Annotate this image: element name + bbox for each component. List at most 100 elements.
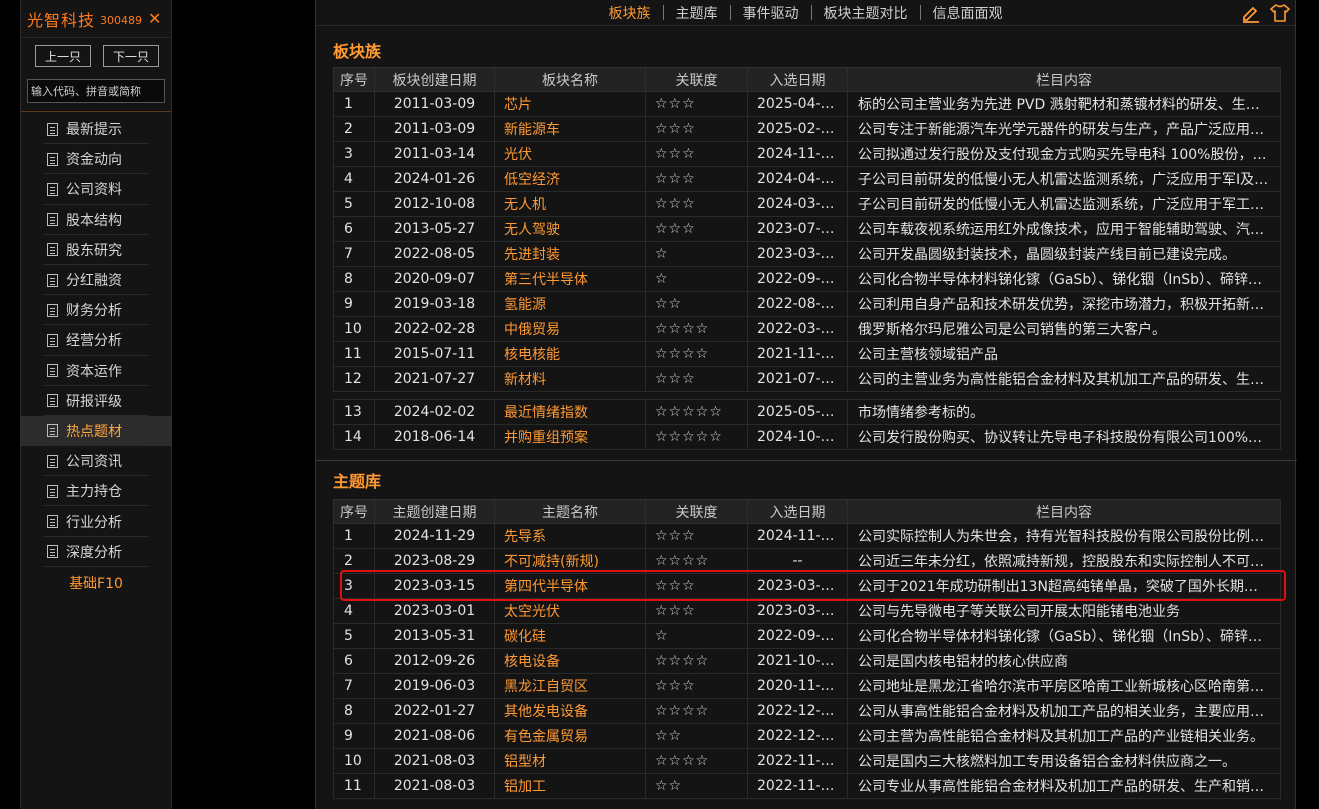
table-row[interactable]: 10 2022-02-28 中俄贸易 ☆☆☆☆ 2022-03-08 俄罗斯格尔玛尼雅公司… <box>333 316 1281 342</box>
tab-4[interactable]: 信息面面观 <box>921 3 1015 23</box>
table-cell: 2023-07-06 <box>747 216 848 242</box>
prev-stock-button[interactable]: 上一只 <box>35 45 91 67</box>
item-name-link[interactable]: 光伏 <box>494 141 646 167</box>
column-header: 栏目内容 <box>847 67 1281 92</box>
item-name-link[interactable]: 并购重组预案 <box>494 424 646 450</box>
item-name-link[interactable]: 无人机 <box>494 191 646 217</box>
table-row[interactable]: 6 2013-05-27 无人驾驶 ☆☆☆ 2023-07-06 公司车载夜视系统运用红外… <box>333 216 1281 242</box>
table-row[interactable]: 11 2015-07-11 核电核能 ☆☆☆☆ 2021-11-25 公司主营核领域铝产品 <box>333 341 1281 367</box>
sidebar-item[interactable]: 公司资料 <box>21 174 171 205</box>
edit-icon[interactable] <box>1241 3 1261 23</box>
item-name-link[interactable]: 铝加工 <box>494 773 646 799</box>
sidebar-item[interactable]: 热点题材 <box>21 415 171 447</box>
table-cell: 2022-12-21 <box>747 723 848 749</box>
sidebar-item[interactable]: 股本结构 <box>21 205 171 235</box>
table-cell: 8 <box>333 266 375 292</box>
item-name-link[interactable]: 先导系 <box>494 523 646 549</box>
sidebar-item[interactable]: 行业分析 <box>21 506 171 537</box>
sidebar-item[interactable]: 分红融资 <box>21 265 171 296</box>
table-row[interactable]: 4 2024-01-26 低空经济 ☆☆☆ 2024-04-02 子公司目前研发的低慢小无… <box>333 166 1281 192</box>
table-row[interactable]: 4 2023-03-01 太空光伏 ☆☆☆ 2023-03-01 公司与先导微电子等关联公… <box>333 598 1281 624</box>
sidebar-item-label: 最新提示 <box>66 122 122 139</box>
table-cell: 4 <box>333 598 375 624</box>
table-cell: 2022-02-28 <box>374 316 495 342</box>
sidebar-item[interactable]: 深度分析 <box>21 537 171 568</box>
table-row[interactable]: 8 2022-01-27 其他发电设备 ☆☆☆☆ 2022-12-21 公司从事高性能铝合… <box>333 698 1281 724</box>
item-name-link[interactable]: 铝型材 <box>494 748 646 774</box>
table-row[interactable]: 1 2011-03-09 芯片 ☆☆☆ 2025-04-11 标的公司主营业务为先进 PV… <box>333 91 1281 117</box>
table-row[interactable]: 13 2024-02-02 最近情绪指数 ☆☆☆☆☆ 2025-05-19 市场情绪参考标… <box>333 399 1281 425</box>
item-name-link[interactable]: 无人驾驶 <box>494 216 646 242</box>
table-cell: 2024-11-29 <box>374 523 495 549</box>
item-name-link[interactable]: 新能源车 <box>494 116 646 142</box>
column-header: 板块创建日期 <box>374 67 495 92</box>
column-header: 主题名称 <box>494 499 646 524</box>
column-header: 序号 <box>333 67 375 92</box>
table-row[interactable]: 14 2018-06-14 并购重组预案 ☆☆☆☆☆ 2024-10-14 公司发行股份购… <box>333 424 1281 450</box>
tab-1[interactable]: 主题库 <box>664 3 730 23</box>
item-name-link[interactable]: 最近情绪指数 <box>494 399 646 425</box>
table-row[interactable]: 3 2023-03-15 第四代半导体 ☆☆☆ 2023-03-16 公司于2021年成功… <box>333 573 1281 599</box>
table-row[interactable]: 12 2021-07-27 新材料 ☆☆☆ 2021-07-27 公司的主营业务为高性能铝… <box>333 366 1281 392</box>
sidebar-item[interactable]: 财务分析 <box>21 295 171 326</box>
table-cell: ☆ <box>645 623 748 649</box>
table-row[interactable]: 10 2021-08-03 铝型材 ☆☆☆☆ 2022-11-01 公司是国内三大核燃料加… <box>333 748 1281 774</box>
table-cell: 2023-03-01 <box>747 598 848 624</box>
sidebar-item[interactable]: 研报评级 <box>21 386 171 417</box>
tab-3[interactable]: 板块主题对比 <box>812 3 920 23</box>
shirt-icon[interactable] <box>1269 3 1291 23</box>
item-name-link[interactable]: 第三代半导体 <box>494 266 646 292</box>
sidebar-item[interactable]: 经营分析 <box>21 325 171 356</box>
table-cell: 2012-10-08 <box>374 191 495 217</box>
item-name-link[interactable]: 碳化硅 <box>494 623 646 649</box>
sidebar-item[interactable]: 资金动向 <box>21 144 171 175</box>
table-row[interactable]: 5 2013-05-31 碳化硅 ☆ 2022-09-02 公司化合物半导体材料锑化镓（G… <box>333 623 1281 649</box>
close-icon[interactable]: ✕ <box>148 9 161 28</box>
table-cell: ☆☆☆ <box>645 166 748 192</box>
item-name-link[interactable]: 中俄贸易 <box>494 316 646 342</box>
table-row[interactable]: 7 2022-08-05 先进封装 ☆ 2023-03-05 公司开发晶圆级封装技术，晶圆… <box>333 241 1281 267</box>
item-name-link[interactable]: 有色金属贸易 <box>494 723 646 749</box>
table-cell: 公司利用自身产品和技术研发优势，深挖市场潜力，积极开拓新兴业务领域 <box>847 291 1281 317</box>
item-name-link[interactable]: 黑龙江自贸区 <box>494 673 646 699</box>
table-row[interactable]: 6 2012-09-26 核电设备 ☆☆☆☆ 2021-10-29 公司是国内核电铝材的核… <box>333 648 1281 674</box>
item-name-link[interactable]: 芯片 <box>494 91 646 117</box>
table-row[interactable]: 7 2019-06-03 黑龙江自贸区 ☆☆☆ 2020-11-20 公司地址是黑龙江省哈… <box>333 673 1281 699</box>
table-row[interactable]: 3 2011-03-14 光伏 ☆☆☆ 2024-11-05 公司拟通过发行股份及支付现金… <box>333 141 1281 167</box>
table-row[interactable]: 9 2021-08-06 有色金属贸易 ☆☆ 2022-12-21 公司主营为高性能铝合金… <box>333 723 1281 749</box>
item-name-link[interactable]: 核电设备 <box>494 648 646 674</box>
item-name-link[interactable]: 不可减持(新规) <box>494 548 646 574</box>
table-row[interactable]: 2 2011-03-09 新能源车 ☆☆☆ 2025-02-13 公司专注于新能源汽车光学… <box>333 116 1281 142</box>
table-cell: 公司是国内三大核燃料加工专用设备铝合金材料供应商之一。 <box>847 748 1281 774</box>
sidebar-item[interactable]: 股东研究 <box>21 235 171 266</box>
item-name-link[interactable]: 先进封装 <box>494 241 646 267</box>
base-f10-link[interactable]: 基础F10 <box>21 573 171 593</box>
table-row[interactable]: 2 2023-08-29 不可减持(新规) ☆☆☆☆ -- 公司近三年未分红，依照减持新规… <box>333 548 1281 574</box>
tab-2[interactable]: 事件驱动 <box>731 3 811 23</box>
document-icon <box>47 152 58 166</box>
sidebar-item[interactable]: 主力持仓 <box>21 476 171 507</box>
sidebar-item[interactable]: 公司资讯 <box>21 446 171 477</box>
tab-0[interactable]: 板块族 <box>597 3 663 23</box>
table-row[interactable]: 8 2020-09-07 第三代半导体 ☆ 2022-09-02 公司化合物半导体材料锑化… <box>333 266 1281 292</box>
item-name-link[interactable]: 第四代半导体 <box>494 573 646 599</box>
table-cell: 2021-11-25 <box>747 341 848 367</box>
table-cell: 2011-03-09 <box>374 116 495 142</box>
table-row[interactable]: 9 2019-03-18 氢能源 ☆☆ 2022-08-26 公司利用自身产品和技术研发优… <box>333 291 1281 317</box>
stock-search-input[interactable] <box>27 79 165 103</box>
stock-name: 光智科技 <box>27 10 96 30</box>
table-cell: 5 <box>333 191 375 217</box>
table-cell: ☆☆ <box>645 291 748 317</box>
table-row[interactable]: 1 2024-11-29 先导系 ☆☆☆ 2024-11-28 公司实际控制人为朱世会，持… <box>333 523 1281 549</box>
item-name-link[interactable]: 新材料 <box>494 366 646 392</box>
table-row[interactable]: 5 2012-10-08 无人机 ☆☆☆ 2024-03-22 子公司目前研发的低慢小无人… <box>333 191 1281 217</box>
sidebar-item[interactable]: 最新提示 <box>21 114 171 145</box>
item-name-link[interactable]: 其他发电设备 <box>494 698 646 724</box>
sidebar-item[interactable]: 资本运作 <box>21 356 171 386</box>
table-row[interactable]: 11 2021-08-03 铝加工 ☆☆ 2022-11-01 公司专业从事高性能铝合金材… <box>333 773 1281 799</box>
item-name-link[interactable]: 氢能源 <box>494 291 646 317</box>
item-name-link[interactable]: 太空光伏 <box>494 598 646 624</box>
item-name-link[interactable]: 低空经济 <box>494 166 646 192</box>
item-name-link[interactable]: 核电核能 <box>494 341 646 367</box>
next-stock-button[interactable]: 下一只 <box>103 45 159 67</box>
